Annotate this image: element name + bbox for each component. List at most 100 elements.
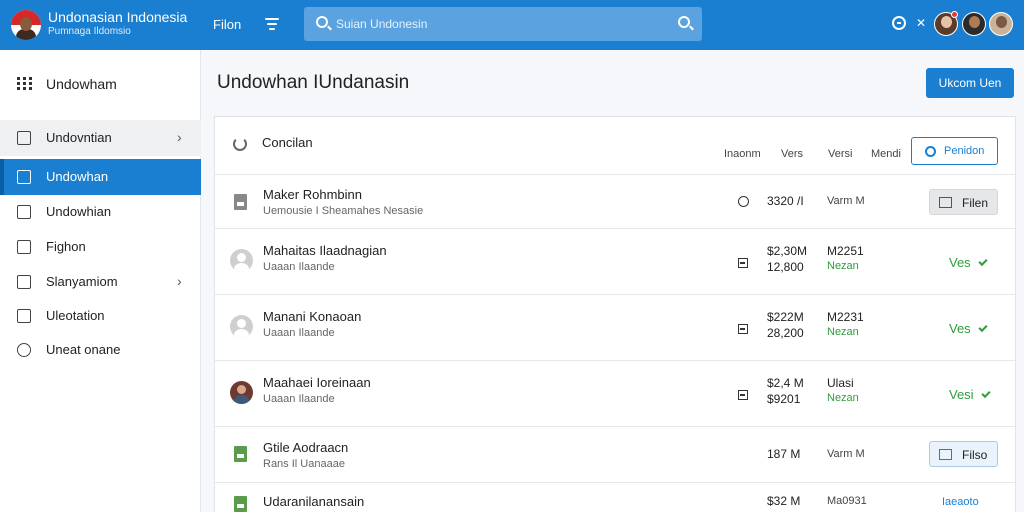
box-icon bbox=[738, 258, 748, 268]
brand-logo[interactable] bbox=[11, 10, 41, 40]
home-icon bbox=[17, 131, 31, 145]
row-value: 3320 /I bbox=[767, 194, 804, 208]
row-status: Varm M bbox=[827, 195, 865, 207]
file-button-label: Filen bbox=[962, 196, 989, 210]
primary-button[interactable]: Ukcom Uen bbox=[926, 68, 1014, 98]
row-subtitle: Uaaan Ilaande bbox=[263, 393, 335, 405]
sidebar-item-4[interactable]: Fighon bbox=[0, 229, 201, 265]
filter-icon[interactable] bbox=[265, 15, 279, 33]
sidebar-item-label: Fighon bbox=[46, 239, 86, 254]
row-subtitle: Uaaan Ilaande bbox=[263, 261, 335, 273]
row-name: Gtile Aodraacn bbox=[263, 440, 349, 455]
notification-badge bbox=[951, 11, 958, 18]
sidebar-item-6[interactable]: Uleotation bbox=[0, 298, 201, 334]
panel-title: Concilan bbox=[262, 135, 313, 150]
column-header[interactable]: Inaonm bbox=[724, 148, 761, 160]
row-link[interactable]: Iaeaoto bbox=[942, 496, 979, 508]
tag-icon bbox=[17, 309, 31, 323]
circle-icon bbox=[17, 343, 31, 357]
table-row[interactable]: Maahaei Ioreinaan Uaaan Ilaande $2,4 M $… bbox=[215, 361, 1015, 427]
row-code: M2231 bbox=[827, 310, 864, 324]
search-submit-icon[interactable] bbox=[678, 16, 690, 28]
row-name: Mahaitas Ilaadnagian bbox=[263, 243, 387, 258]
sidebar-item-2[interactable]: Undowhan bbox=[0, 159, 201, 195]
expand-icon[interactable]: ✕ bbox=[914, 16, 928, 30]
row-code: Ulasi bbox=[827, 376, 854, 390]
row-code: Ma0931 bbox=[827, 495, 867, 507]
row-value-secondary: 28,200 bbox=[767, 326, 804, 340]
sidebar-item-1[interactable]: Undovntian › bbox=[0, 120, 201, 156]
circle-icon bbox=[925, 146, 936, 157]
approve-label: Ves bbox=[949, 321, 971, 336]
search-bar[interactable] bbox=[304, 7, 702, 41]
grid-icon[interactable] bbox=[17, 77, 33, 90]
avatar-icon bbox=[230, 315, 253, 338]
column-header[interactable]: Vers bbox=[781, 148, 803, 160]
sidebar-item-label: Uneat onane bbox=[46, 342, 121, 357]
add-circle-icon[interactable] bbox=[892, 16, 906, 30]
sidebar-header: Undowham bbox=[0, 50, 201, 116]
column-header[interactable]: Mendi bbox=[871, 148, 901, 160]
app-title: Undonasian Indonesia bbox=[48, 9, 188, 25]
document-green-icon bbox=[234, 496, 247, 512]
approve-toggle[interactable]: Ves bbox=[949, 255, 988, 270]
avatar[interactable] bbox=[962, 12, 986, 36]
table-row[interactable]: Manani Konaoan Uaaan Ilaande $222M 28,20… bbox=[215, 295, 1015, 361]
refresh-icon[interactable] bbox=[233, 137, 247, 151]
avatar-icon bbox=[230, 249, 253, 272]
top-bar: Undonasian Indonesia Pumnaga Ildomsio Fi… bbox=[0, 0, 1024, 50]
file-icon bbox=[939, 197, 952, 208]
calendar-icon bbox=[17, 205, 31, 219]
search-input[interactable] bbox=[336, 15, 666, 33]
check-icon bbox=[980, 388, 991, 399]
table-row[interactable]: Udaranilanansain $32 M Ma0931 Iaeaoto bbox=[215, 483, 1015, 512]
file-button[interactable]: Filso bbox=[929, 441, 998, 467]
filter-link[interactable]: Filon bbox=[213, 17, 241, 32]
table-row[interactable]: Gtile Aodraacn Rans Il Uanaaae 187 M Var… bbox=[215, 427, 1015, 483]
panel-header: Concilan Inaonm Vers Versi Mendi Penidon bbox=[215, 117, 1015, 175]
table-row[interactable]: Maker Rohmbinn Uemousie I Sheamahes Nesa… bbox=[215, 175, 1015, 229]
content-panel: Concilan Inaonm Vers Versi Mendi Penidon… bbox=[214, 116, 1016, 512]
home-outline-icon bbox=[17, 275, 31, 289]
sidebar-item-label: Undowhian bbox=[46, 204, 112, 219]
sidebar-item-5[interactable]: Slanyamiom › bbox=[0, 264, 201, 300]
info-icon bbox=[738, 196, 749, 207]
sidebar-item-3[interactable]: Undowhian bbox=[0, 194, 201, 230]
approve-toggle[interactable]: Ves bbox=[949, 321, 988, 336]
table-row[interactable]: Mahaitas Ilaadnagian Uaaan Ilaande $2,30… bbox=[215, 229, 1015, 295]
approve-label: Ves bbox=[949, 255, 971, 270]
row-status: Varm M bbox=[827, 448, 865, 460]
sidebar-item-label: Slanyamiom bbox=[46, 274, 118, 289]
row-name: Maahaei Ioreinaan bbox=[263, 375, 371, 390]
document-green-icon bbox=[234, 446, 247, 462]
sidebar-item-7[interactable]: Uneat onane bbox=[0, 332, 201, 368]
panel-action-label: Penidon bbox=[944, 145, 985, 157]
box-icon bbox=[738, 324, 748, 334]
approve-label: Vesi bbox=[949, 387, 974, 402]
file-button[interactable]: Filen bbox=[929, 189, 998, 215]
row-subtitle: Uemousie I Sheamahes Nesasie bbox=[263, 205, 424, 217]
row-status: Nezan bbox=[827, 392, 859, 404]
row-status: Nezan bbox=[827, 260, 859, 272]
row-name: Manani Konaoan bbox=[263, 309, 362, 324]
check-icon bbox=[978, 322, 988, 333]
row-subtitle: Rans Il Uanaaae bbox=[263, 458, 345, 470]
column-header[interactable]: Versi bbox=[828, 148, 852, 160]
file-button-label: Filso bbox=[962, 448, 988, 462]
sidebar-item-label: Uleotation bbox=[46, 308, 105, 323]
row-value: $32 M bbox=[767, 494, 801, 508]
building-icon bbox=[17, 170, 31, 184]
search-icon bbox=[316, 16, 328, 28]
avatar[interactable] bbox=[989, 12, 1013, 36]
sidebar-item-label: Undovntian bbox=[46, 130, 112, 145]
chart-icon bbox=[17, 240, 31, 254]
row-status: Nezan bbox=[827, 326, 859, 338]
document-icon bbox=[234, 194, 247, 210]
avatar-photo-icon bbox=[230, 381, 253, 404]
panel-action-button[interactable]: Penidon bbox=[911, 137, 998, 165]
chevron-right-icon: › bbox=[177, 129, 182, 145]
row-code: M2251 bbox=[827, 244, 864, 258]
row-value: 187 M bbox=[767, 447, 801, 461]
approve-toggle[interactable]: Vesi bbox=[949, 387, 991, 402]
row-value-secondary: 12,800 bbox=[767, 260, 804, 274]
